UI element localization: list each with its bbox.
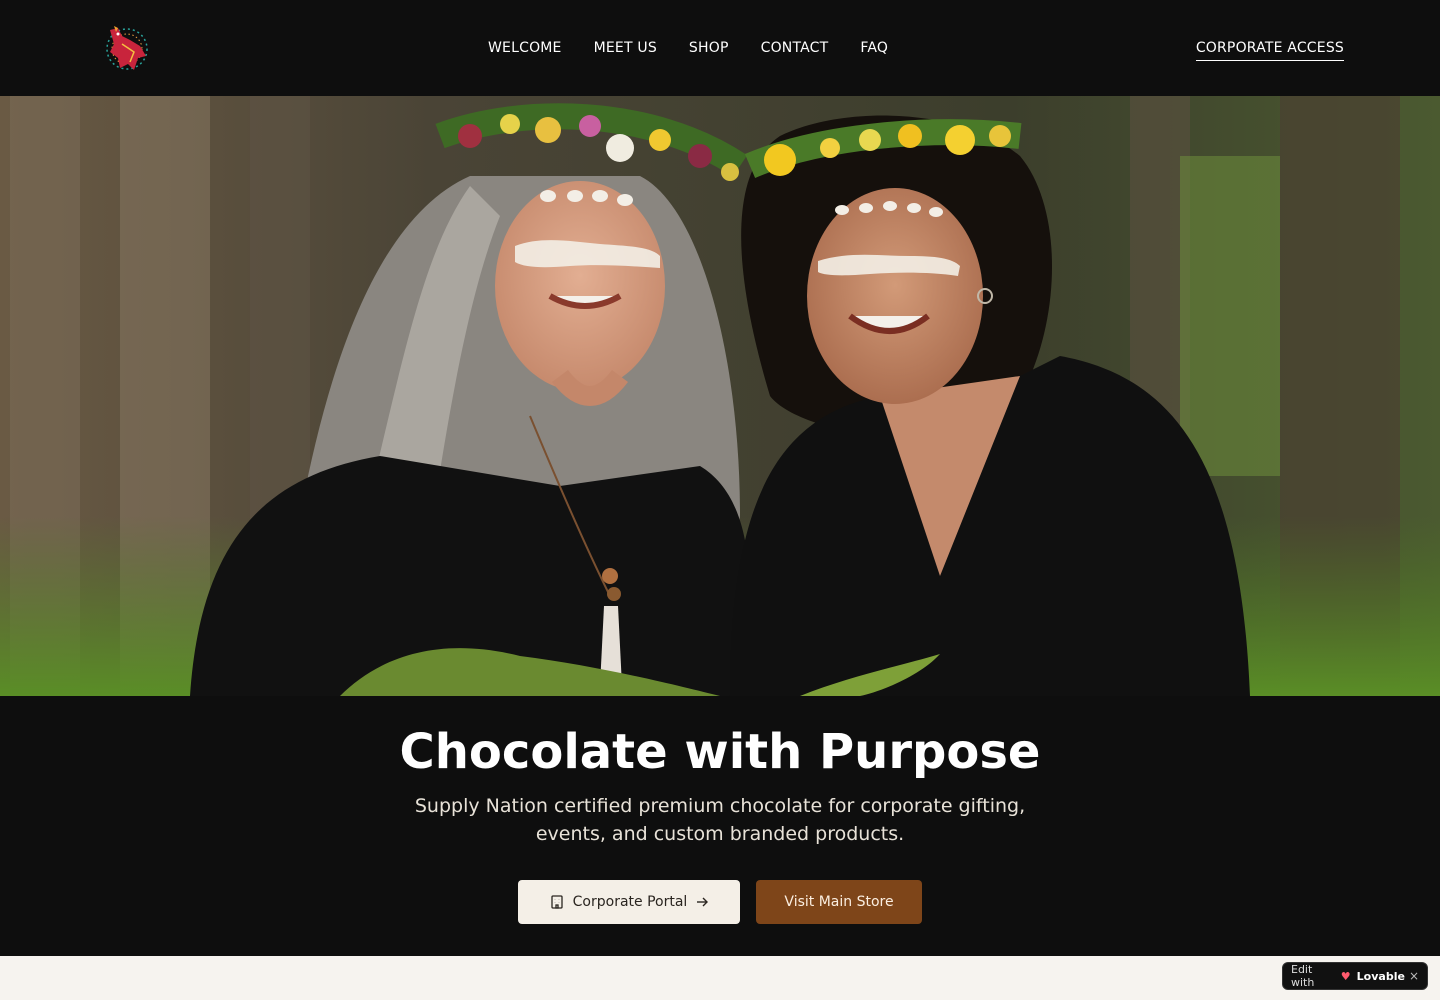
cta-buttons: Corporate Portal Visit Main Store: [518, 880, 922, 924]
nav-contact[interactable]: CONTACT: [761, 38, 829, 58]
nav-shop[interactable]: SHOP: [689, 38, 729, 58]
nav-meet-us[interactable]: MEET US: [594, 38, 657, 58]
close-icon[interactable]: ×: [1409, 969, 1419, 983]
corporate-portal-label: Corporate Portal: [572, 894, 688, 910]
main-nav: WELCOME MEET US SHOP CONTACT FAQ: [488, 38, 888, 58]
nav-welcome[interactable]: WELCOME: [488, 38, 562, 58]
corporate-access-link[interactable]: CORPORATE ACCESS: [1195, 38, 1344, 61]
badge-brand: Lovable: [1356, 969, 1405, 983]
hero-photo: [0, 96, 1440, 696]
edit-with-lovable-badge[interactable]: Edit with ♥ Lovable ×: [1282, 962, 1428, 990]
corporate-portal-button[interactable]: Corporate Portal: [518, 880, 740, 924]
cockatoo-logo-icon[interactable]: [100, 22, 154, 76]
heart-icon: ♥: [1340, 969, 1351, 983]
page-subtitle: Supply Nation certified premium chocolat…: [414, 795, 1026, 845]
visit-main-store-button[interactable]: Visit Main Store: [756, 880, 922, 924]
next-section-strip: [0, 956, 1440, 1000]
badge-prefix: Edit with: [1291, 963, 1315, 989]
page-title: Chocolate with Purpose: [399, 724, 1041, 780]
site-header: WELCOME MEET US SHOP CONTACT FAQ CORPORA…: [0, 0, 1440, 96]
arrow-right-icon: [695, 895, 709, 909]
building-icon: [549, 894, 565, 910]
nav-faq[interactable]: FAQ: [860, 38, 888, 58]
hero-content: Chocolate with Purpose Supply Nation cer…: [0, 696, 1440, 956]
